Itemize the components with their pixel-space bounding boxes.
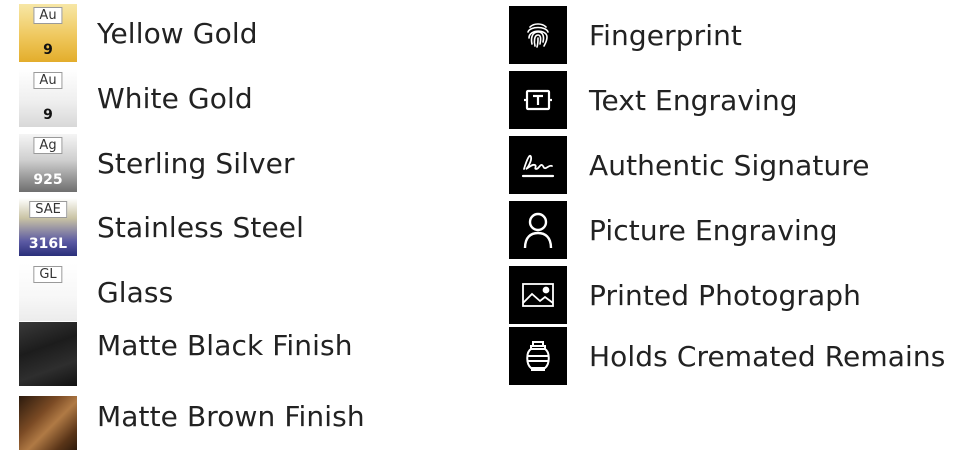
material-label: Glass: [97, 275, 174, 309]
material-row-white-gold: Au 9 White Gold: [19, 69, 253, 127]
feature-label: Printed Photograph: [589, 278, 861, 312]
material-row-matte-brown: Matte Brown Finish: [19, 396, 365, 450]
person-icon: [509, 201, 567, 259]
material-row-glass: GL Glass: [19, 263, 173, 321]
hallmark-value: 925: [33, 172, 63, 188]
feature-row-signature: Authentic Signature: [509, 136, 870, 194]
material-row-stainless-steel: SAE 316L Stainless Steel: [19, 198, 304, 256]
feature-label: Picture Engraving: [589, 213, 838, 247]
hallmark-label: Ag: [33, 137, 63, 154]
sterling-silver-swatch-icon: Ag 925: [19, 134, 77, 192]
material-label: Matte Brown Finish: [97, 399, 365, 433]
hallmark-label: Au: [33, 7, 63, 24]
signature-icon: [509, 136, 567, 194]
material-label: Yellow Gold: [97, 16, 258, 50]
feature-label: Authentic Signature: [589, 148, 870, 182]
hallmark-value: 9: [43, 107, 53, 123]
material-label: Matte Black Finish: [97, 328, 353, 362]
feature-label: Holds Cremated Remains: [589, 339, 946, 373]
feature-label: Fingerprint: [589, 18, 742, 52]
material-label: Stainless Steel: [97, 210, 305, 244]
matte-black-swatch-icon: [19, 322, 77, 386]
feature-row-printed-photograph: Printed Photograph: [509, 266, 861, 324]
hallmark-value: 9: [43, 42, 53, 58]
yellow-gold-swatch-icon: Au 9: [19, 4, 77, 62]
legend-panel: Au 9 Yellow Gold Au 9 White Gold Ag 925 …: [0, 0, 956, 450]
material-row-yellow-gold: Au 9 Yellow Gold: [19, 4, 258, 62]
feature-label: Text Engraving: [589, 83, 798, 117]
glass-swatch-icon: GL: [19, 263, 77, 321]
material-row-sterling-silver: Ag 925 Sterling Silver: [19, 134, 295, 192]
feature-row-text-engraving: Text Engraving: [509, 71, 798, 129]
hallmark-label: GL: [33, 266, 63, 283]
feature-row-picture-engraving: Picture Engraving: [509, 201, 838, 259]
hallmark-value: 316L: [28, 236, 68, 252]
material-label: Sterling Silver: [97, 146, 295, 180]
photograph-icon: [509, 266, 567, 324]
stainless-steel-swatch-icon: SAE 316L: [19, 198, 77, 256]
material-label: White Gold: [97, 81, 253, 115]
feature-row-cremated-remains: Holds Cremated Remains: [509, 327, 945, 385]
feature-row-fingerprint: Fingerprint: [509, 6, 742, 64]
text-engraving-icon: [509, 71, 567, 129]
fingerprint-icon: [509, 6, 567, 64]
hallmark-label: SAE: [29, 201, 67, 218]
white-gold-swatch-icon: Au 9: [19, 69, 77, 127]
matte-brown-swatch-icon: [19, 396, 77, 450]
hallmark-label: Au: [33, 72, 63, 89]
material-row-matte-black: Matte Black Finish: [19, 322, 353, 386]
urn-icon: [509, 327, 567, 385]
